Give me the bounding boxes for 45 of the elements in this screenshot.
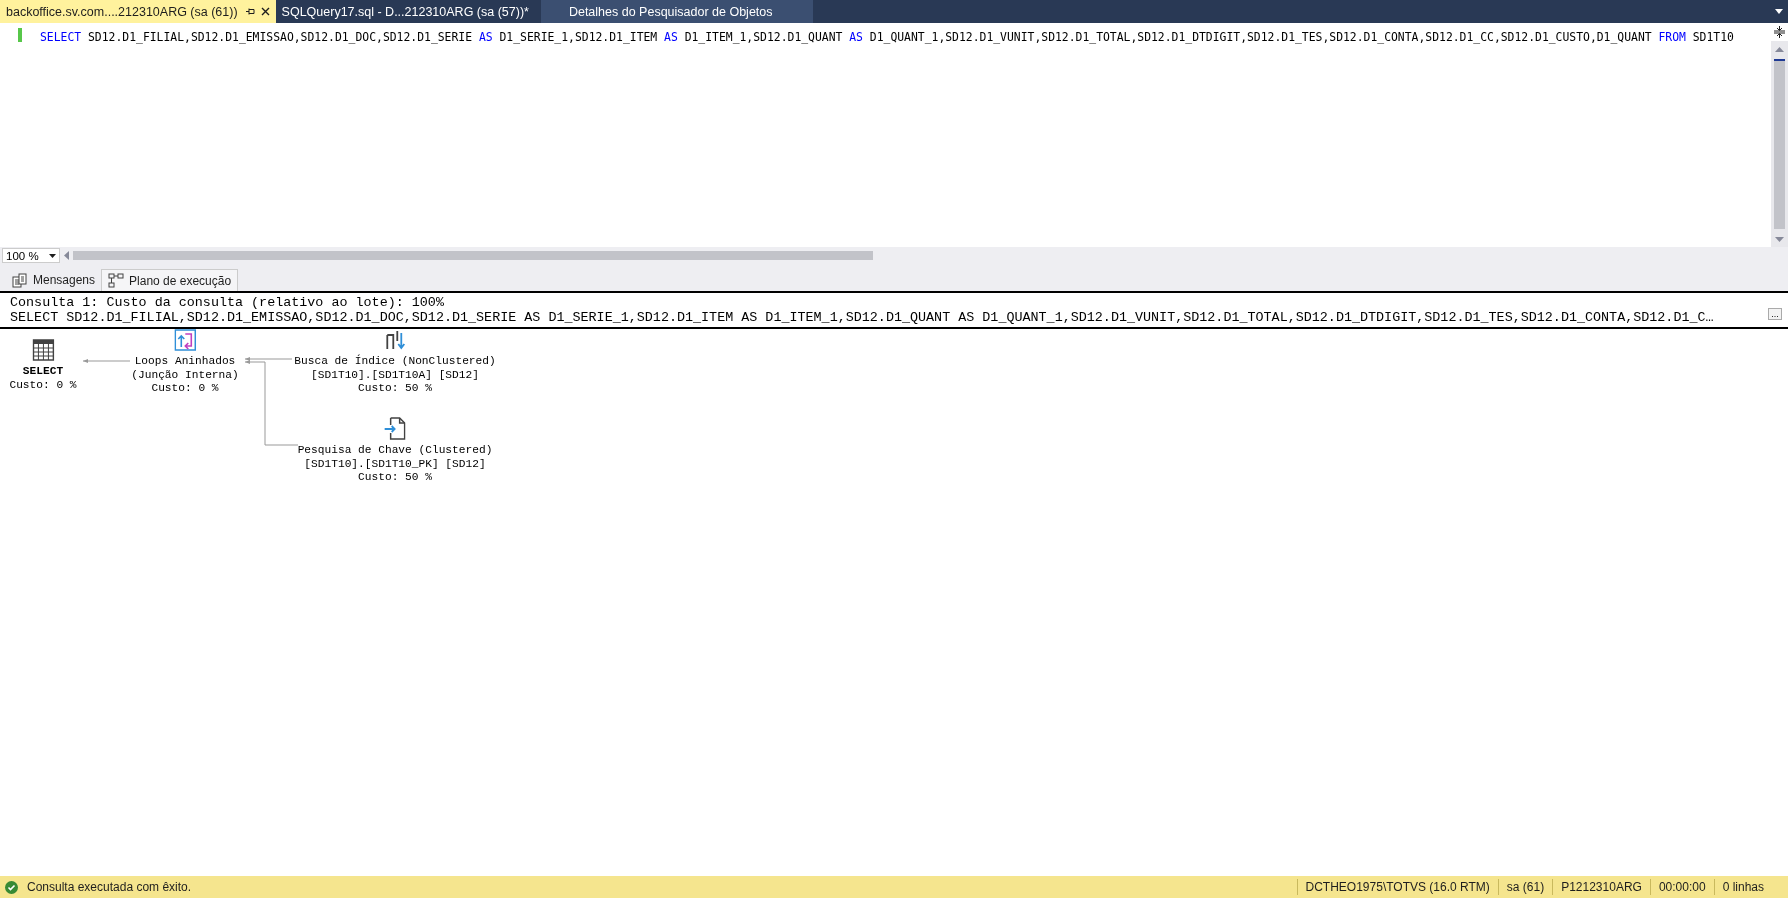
operator-label: SELECT: [22, 365, 64, 379]
close-icon[interactable]: [260, 7, 270, 16]
more-button[interactable]: ...: [1768, 308, 1782, 320]
status-field: DCTHEO1975\TOTVS (16.0 RTM): [1296, 879, 1498, 895]
code-line: SELECT SD12.D1_FILIAL,SD12.D1_EMISSAO,SD12.D1_DOC,SD12.D1_SERIE AS D1_SERIE_1,SD12.D1_ITEM AS D1_ITEM_1,SD12.D1_QUANT AS D1_QUANT_1,SD12.D1_VUNIT,SD12.D1_TOTAL,SD12.D1_DTDIGIT,SD12.D1_TES,SD12.D1_CONTA,SD12.D1_CC,SD12.D1_CUSTO,D1_QUANT FROM SD1T10: [39, 29, 1735, 46]
operator-label: Busca de Índice (NonClustered): [294, 355, 496, 369]
operator-detail: Custo: 50 %: [358, 471, 432, 485]
query-cost-text: Consulta 1: Custo da consulta (relativo ao lote): 100%: [10, 295, 445, 310]
documents-icon: [12, 272, 28, 288]
operator-detail: Custo: 0 %: [9, 378, 77, 392]
loop-arrows-icon[interactable]: [174, 329, 196, 351]
status-field: sa (61): [1497, 879, 1553, 895]
connector-arrow: [82, 359, 131, 363]
document-arrow-icon[interactable]: [384, 417, 406, 440]
document-tab[interactable]: Detalhes do Pesquisador de Objetos: [540, 0, 813, 23]
vertical-scrollbar[interactable]: [1771, 23, 1788, 247]
status-field: 0 linhas: [1713, 879, 1788, 895]
zoom-dropdown[interactable]: 100 %: [2, 248, 60, 263]
operator-detail: [SD1T10].[SD1T10_PK] [SD12]: [304, 457, 486, 471]
caret-icon: [49, 253, 56, 258]
document-tab[interactable]: SQLQuery17.sql - D...212310ARG (sa (57))*: [275, 0, 535, 23]
scroll-down-icon[interactable]: [1775, 236, 1784, 242]
result-tab[interactable]: Mensagens: [6, 269, 102, 291]
scroll-left-icon[interactable]: [64, 251, 69, 260]
operator-detail: Custo: 50 %: [358, 382, 432, 396]
change-marker: [18, 28, 22, 42]
split-icon[interactable]: [1771, 23, 1788, 41]
result-tab[interactable]: Plano de execução: [101, 269, 239, 291]
diagram-icon: [108, 273, 125, 288]
operator-label: Pesquisa de Chave (Clustered): [297, 444, 493, 458]
status-field: 00:00:00: [1649, 879, 1714, 895]
scroll-up-icon[interactable]: [1775, 46, 1784, 52]
status-message: Consulta executada com êxito.: [27, 880, 192, 894]
operator-label: Loops Aninhados: [134, 355, 236, 369]
operator-detail: Custo: 0 %: [151, 382, 219, 396]
pin-icon[interactable]: [245, 7, 255, 16]
index-seek-icon[interactable]: [384, 329, 406, 351]
success-check-icon: [5, 880, 18, 894]
table-icon[interactable]: [32, 339, 54, 361]
status-field: P1212310ARG: [1552, 879, 1650, 895]
operator-detail: [SD1T10].[SD1T10A] [SD12]: [311, 368, 479, 382]
dropdown-caret-icon[interactable]: [1775, 9, 1783, 14]
query-text: SELECT SD12.D1_FILIAL,SD12.D1_EMISSAO,SD12.D1_DOC,SD12.D1_SERIE AS D1_SERIE_1,SD12.D1_ITEM AS D1_ITEM_1,SD12.D1_QUANT AS D1_QUANT_1,SD12.D1_VUNIT,SD12.D1_TOTAL,SD12.D1_DTDIGIT,SD12.D1_TES,SD12.D1_CONTA,SD12.D1_C…: [10, 310, 1715, 325]
operator-detail: (Junção Interna): [131, 368, 239, 382]
document-tab[interactable]: backoffice.sv.com....212310ARG (sa (61)): [0, 0, 276, 23]
